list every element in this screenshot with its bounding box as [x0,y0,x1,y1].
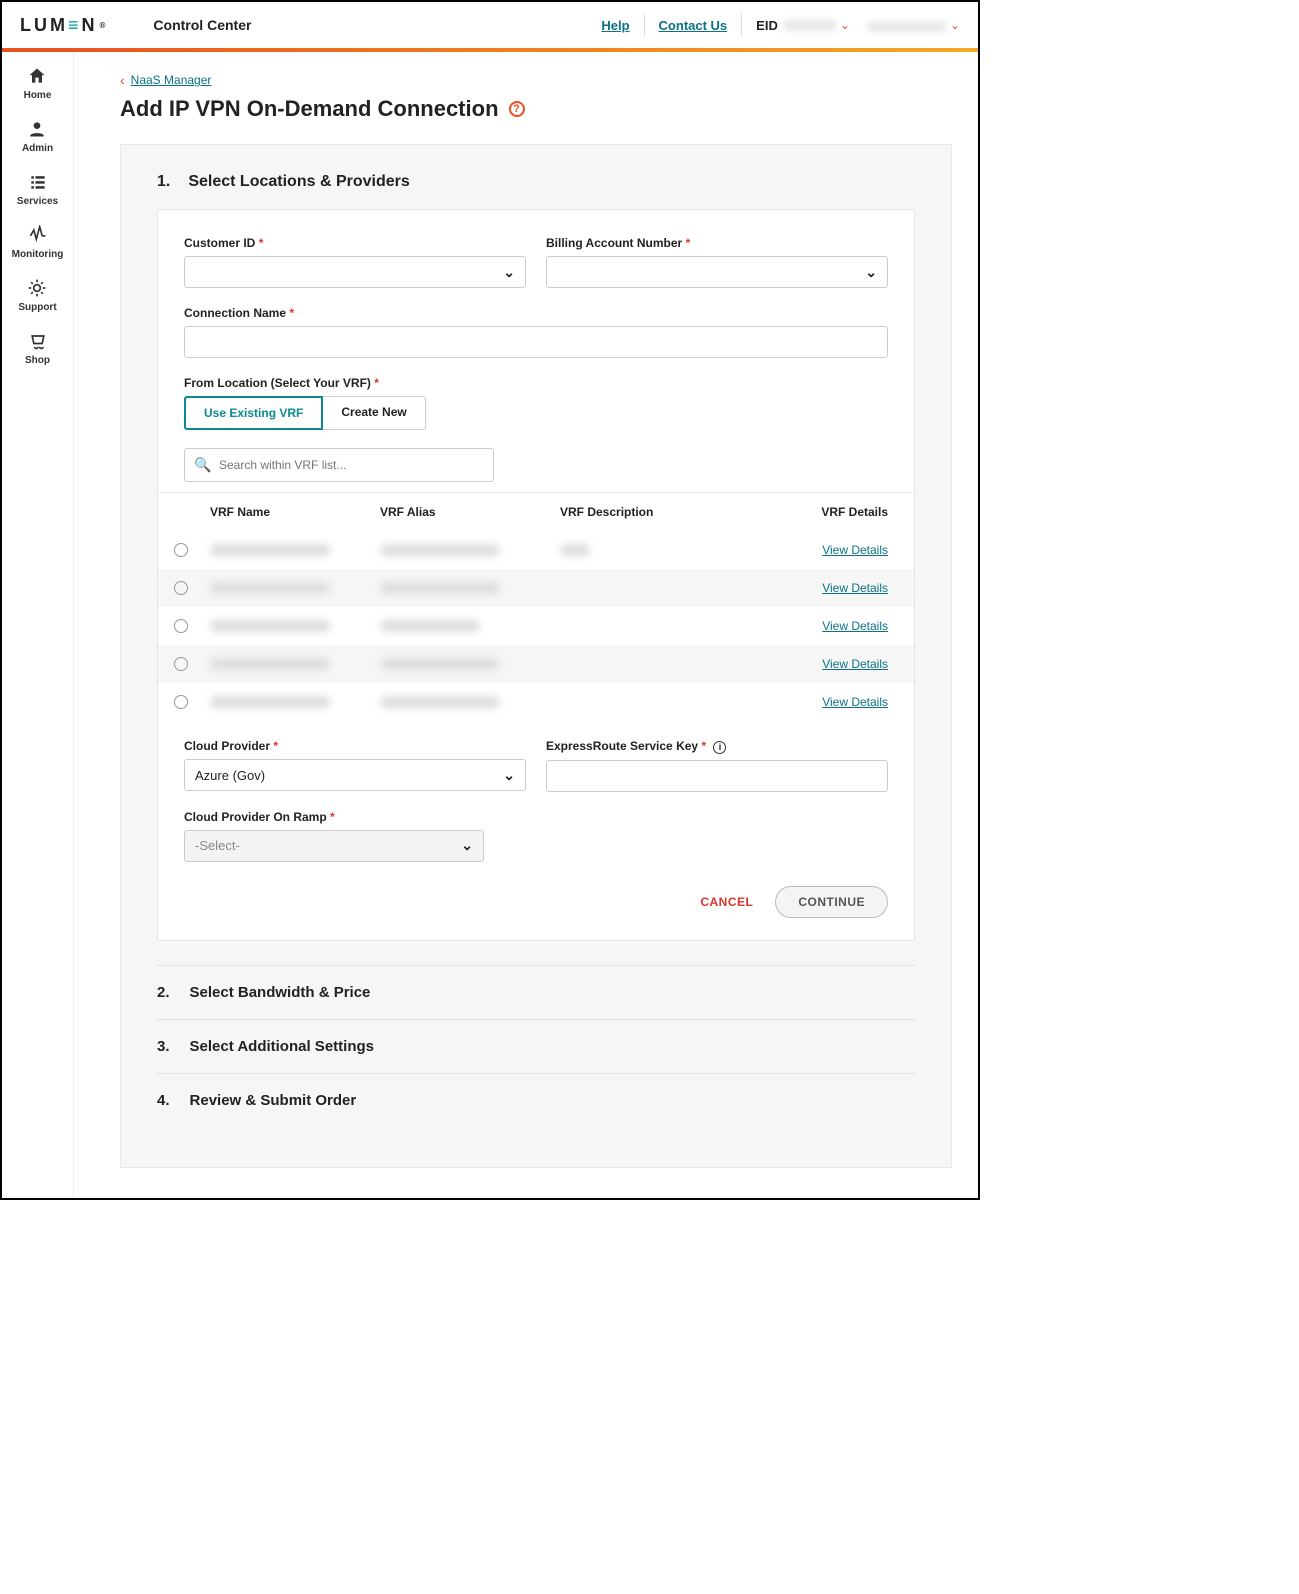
monitoring-icon [28,225,48,245]
nav-home[interactable]: Home [24,66,52,101]
eid-value[interactable]: XXXXXX [784,18,836,33]
admin-icon [27,119,47,139]
vrf-radio[interactable] [174,543,188,557]
expressroute-key-input[interactable] [546,760,888,792]
support-icon [27,278,47,298]
nav-admin[interactable]: Admin [22,119,53,154]
username-menu[interactable]: xxxxxxxxxxxx [868,18,946,33]
on-ramp-label: Cloud Provider On Ramp * [184,810,484,824]
cancel-button[interactable]: CANCEL [700,895,753,909]
help-link[interactable]: Help [601,18,629,33]
services-icon [28,172,48,192]
vrf-row[interactable]: View Details [158,569,914,607]
eid-label: EID [756,18,778,33]
vrf-table: VRF Name VRF Alias VRF Description VRF D… [158,492,914,721]
nav-support[interactable]: Support [18,278,56,313]
remaining-steps: 2.Select Bandwidth & Price 3.Select Addi… [157,965,915,1127]
tab-create-new[interactable]: Create New [323,396,425,430]
vrf-radio[interactable] [174,695,188,709]
conn-name-input[interactable] [184,326,888,358]
vrf-mode-tabs: Use Existing VRF Create New [184,396,888,430]
view-details-link[interactable]: View Details [822,581,888,595]
brand-logo: LUM≡N® [20,15,105,36]
user-chevron-icon[interactable]: ⌄ [950,18,960,32]
shop-icon [28,331,48,351]
customer-id-select[interactable]: ⌄ [184,256,526,288]
view-details-link[interactable]: View Details [822,543,888,557]
chevron-down-icon: ⌄ [865,264,877,281]
view-details-link[interactable]: View Details [822,657,888,671]
customer-id-label: Customer ID * [184,236,526,250]
col-vrf-desc: VRF Description [560,505,750,519]
page-title: Add IP VPN On-Demand Connection ? [120,96,952,122]
breadcrumb: ‹ NaaS Manager [120,72,952,88]
eid-chevron-icon[interactable]: ⌄ [840,18,850,32]
step3-header[interactable]: 3.Select Additional Settings [157,1019,915,1073]
nav-monitoring[interactable]: Monitoring [12,225,64,260]
step1-card: Customer ID * ⌄ Billing Account Number * [157,209,915,941]
col-vrf-name: VRF Name [210,505,380,519]
vrf-row[interactable]: View Details [158,645,914,683]
chevron-down-icon: ⌄ [461,837,473,854]
contact-link[interactable]: Contact Us [659,18,728,33]
col-vrf-alias: VRF Alias [380,505,560,519]
view-details-link[interactable]: View Details [822,695,888,709]
chevron-down-icon: ⌄ [503,767,515,784]
nav-shop[interactable]: Shop [25,331,50,366]
expressroute-key-label: ExpressRoute Service Key * i [546,739,888,754]
from-location-label: From Location (Select Your VRF) * [184,376,888,390]
wizard-panel: 1. Select Locations & Providers Customer… [120,144,952,1168]
vrf-row[interactable]: View Details [158,683,914,721]
breadcrumb-link[interactable]: NaaS Manager [131,73,212,87]
step4-header[interactable]: 4.Review & Submit Order [157,1073,915,1127]
on-ramp-select[interactable]: -Select- ⌄ [184,830,484,862]
info-icon[interactable]: i [713,741,726,754]
vrf-search[interactable]: 🔍 [184,448,494,482]
back-chevron-icon[interactable]: ‹ [120,72,125,88]
ban-select[interactable]: ⌄ [546,256,888,288]
home-icon [27,66,47,86]
vrf-radio[interactable] [174,619,188,633]
app-title: Control Center [153,17,251,33]
ban-label: Billing Account Number * [546,236,888,250]
top-bar: LUM≡N® Control Center Help Contact Us EI… [2,2,978,52]
vrf-radio[interactable] [174,581,188,595]
main-content: ‹ NaaS Manager Add IP VPN On-Demand Conn… [74,52,978,1198]
search-icon: 🔍 [194,457,211,474]
step1-header: 1. Select Locations & Providers [157,173,915,191]
view-details-link[interactable]: View Details [822,619,888,633]
vrf-table-body[interactable]: View Details View Details [158,531,914,721]
nav-services[interactable]: Services [17,172,58,207]
cloud-provider-select[interactable]: Azure (Gov) ⌄ [184,759,526,791]
left-nav: Home Admin Services Monitoring Support S… [2,52,74,1198]
step2-header[interactable]: 2.Select Bandwidth & Price [157,965,915,1019]
vrf-radio[interactable] [174,657,188,671]
vrf-row[interactable]: View Details [158,531,914,569]
page-help-icon[interactable]: ? [509,101,525,117]
cloud-provider-label: Cloud Provider * [184,739,526,753]
tab-use-existing[interactable]: Use Existing VRF [184,396,323,430]
continue-button[interactable]: CONTINUE [775,886,888,918]
vrf-row[interactable]: View Details [158,607,914,645]
chevron-down-icon: ⌄ [503,264,515,281]
conn-name-label: Connection Name * [184,306,888,320]
col-vrf-details: VRF Details [750,505,888,519]
